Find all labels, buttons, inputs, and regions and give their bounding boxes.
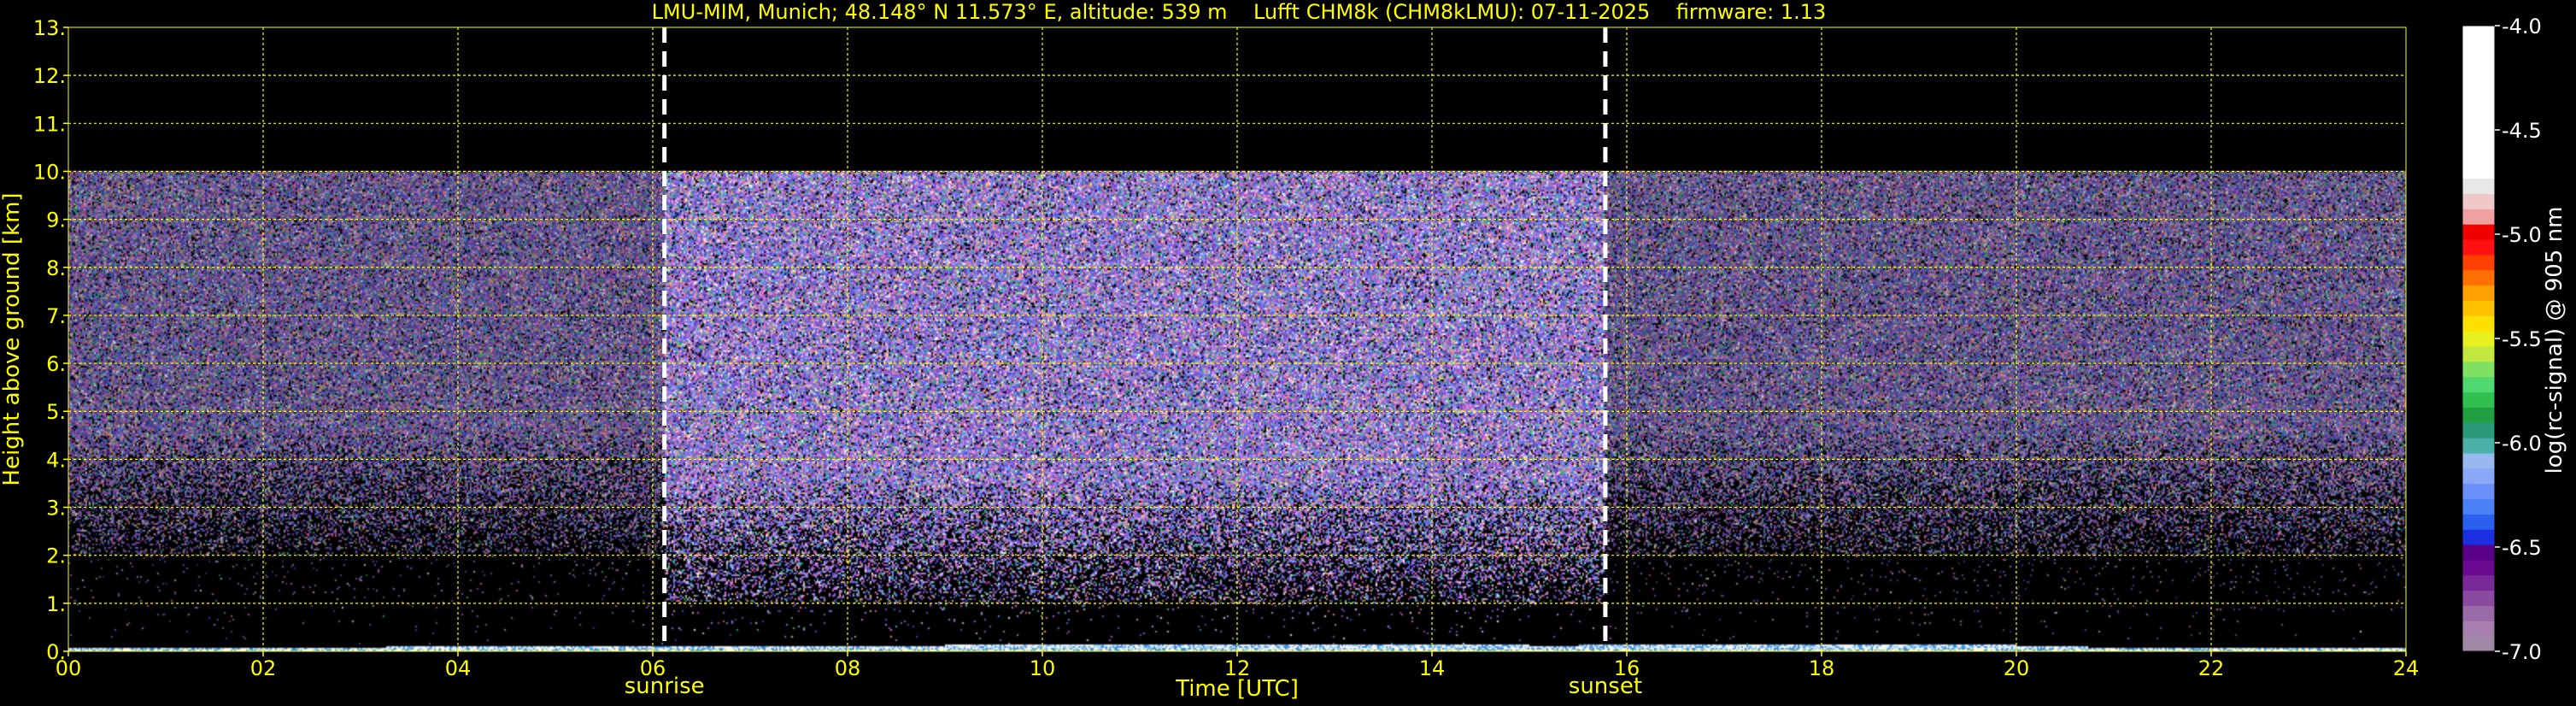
colorbar-segment: [2462, 331, 2495, 347]
colorbar-tick-label: -4.0: [2502, 15, 2542, 38]
sunset-label: sunset: [1569, 674, 1642, 699]
x-tick-label: 08: [835, 656, 861, 680]
colorbar-tick-label: -5.0: [2502, 223, 2542, 247]
colorbar-segment: [2462, 300, 2495, 316]
sunrise-label: sunrise: [625, 674, 705, 699]
colorbar-segment: [2462, 529, 2495, 545]
y-tick-label: 12.: [33, 64, 66, 88]
colorbar-tick-label: -4.5: [2502, 119, 2542, 143]
colorbar-segment: [2462, 71, 2495, 88]
colorbar-tick-label: -6.5: [2502, 536, 2542, 560]
x-axis-label: Time [UTC]: [1175, 676, 1299, 702]
colorbar-segment: [2462, 483, 2495, 500]
x-tick-label: 02: [250, 656, 277, 680]
colorbar-segment: [2462, 544, 2495, 561]
colorbar-tick-label: -6.0: [2502, 432, 2542, 456]
colorbar-label: log(rc-signal) @ 905 nm: [2542, 207, 2567, 474]
chart-title: LMU-MIM, Munich; 48.148° N 11.573° E, al…: [652, 0, 1827, 24]
colorbar-segment: [2462, 422, 2495, 438]
colorbar-segment: [2462, 56, 2495, 73]
colorbar-segment: [2462, 162, 2495, 179]
colorbar-tick-label: -5.5: [2502, 327, 2542, 351]
colorbar-segment: [2462, 102, 2495, 118]
colorbar-segment: [2462, 361, 2495, 378]
colorbar-segment: [2462, 574, 2495, 591]
x-tick-label: 20: [2004, 656, 2030, 680]
chart-stage: LMU-MIM, Munich; 48.148° N 11.573° E, al…: [0, 0, 2576, 706]
colorbar-segment: [2462, 315, 2495, 332]
colorbar-segment: [2462, 438, 2495, 454]
colorbar-segment: [2462, 468, 2495, 485]
y-tick-label: 7.: [46, 304, 66, 328]
colorbar-segment: [2462, 514, 2495, 530]
colorbar-segment: [2462, 132, 2495, 149]
colorbar-segment: [2462, 559, 2495, 576]
x-tick-label: 24: [2393, 656, 2420, 680]
y-tick-label: 10.: [33, 160, 66, 184]
colorbar-segment: [2462, 636, 2495, 652]
y-tick-label: 11.: [33, 112, 66, 136]
colorbar-segment: [2462, 254, 2495, 271]
plot-area: [67, 26, 2407, 652]
colorbar-tick-label: -7.0: [2502, 640, 2542, 664]
colorbar-segment: [2462, 590, 2495, 607]
colorbar-segment: [2462, 86, 2495, 103]
colorbar-segment: [2462, 391, 2495, 408]
y-tick-label: 3.: [46, 497, 66, 521]
colorbar-segment: [2462, 224, 2495, 240]
colorbar-segment: [2462, 117, 2495, 133]
colorbar-segment: [2462, 605, 2495, 621]
y-tick-label: 1.: [46, 592, 66, 616]
x-tick-label: 18: [1809, 656, 1835, 680]
colorbar-segment: [2462, 178, 2495, 194]
colorbar-segment: [2462, 193, 2495, 209]
ceilometer-chart: LMU-MIM, Munich; 48.148° N 11.573° E, al…: [0, 0, 2576, 706]
colorbar-segment: [2462, 452, 2495, 469]
x-tick-label: 22: [2198, 656, 2225, 680]
colorbar-segment: [2462, 269, 2495, 286]
y-tick-label: 8.: [46, 256, 66, 280]
y-tick-label: 9.: [46, 209, 66, 232]
colorbar-segment: [2462, 345, 2495, 362]
colorbar: [2462, 25, 2496, 652]
y-tick-label: 0.: [46, 640, 66, 664]
colorbar-segment: [2462, 285, 2495, 301]
x-tick-label: 10: [1030, 656, 1056, 680]
y-tick-label: 4.: [46, 448, 66, 472]
colorbar-segment: [2462, 209, 2495, 225]
x-tick-label: 04: [445, 656, 472, 680]
colorbar-segment: [2462, 40, 2495, 57]
colorbar-segment: [2462, 621, 2495, 637]
colorbar-segment: [2462, 498, 2495, 515]
colorbar-segment: [2462, 376, 2495, 393]
y-tick-label: 13.: [33, 16, 66, 40]
x-tick-label: 14: [1419, 656, 1446, 680]
colorbar-segment: [2462, 238, 2495, 256]
colorbar-segment: [2462, 407, 2495, 423]
y-tick-label: 5.: [46, 400, 66, 424]
y-tick-label: 2.: [46, 544, 66, 568]
colorbar-segment: [2462, 26, 2495, 42]
y-tick-label: 6.: [46, 352, 66, 376]
colorbar-segment: [2462, 147, 2495, 164]
y-axis-label: Height above ground [km]: [0, 192, 25, 485]
